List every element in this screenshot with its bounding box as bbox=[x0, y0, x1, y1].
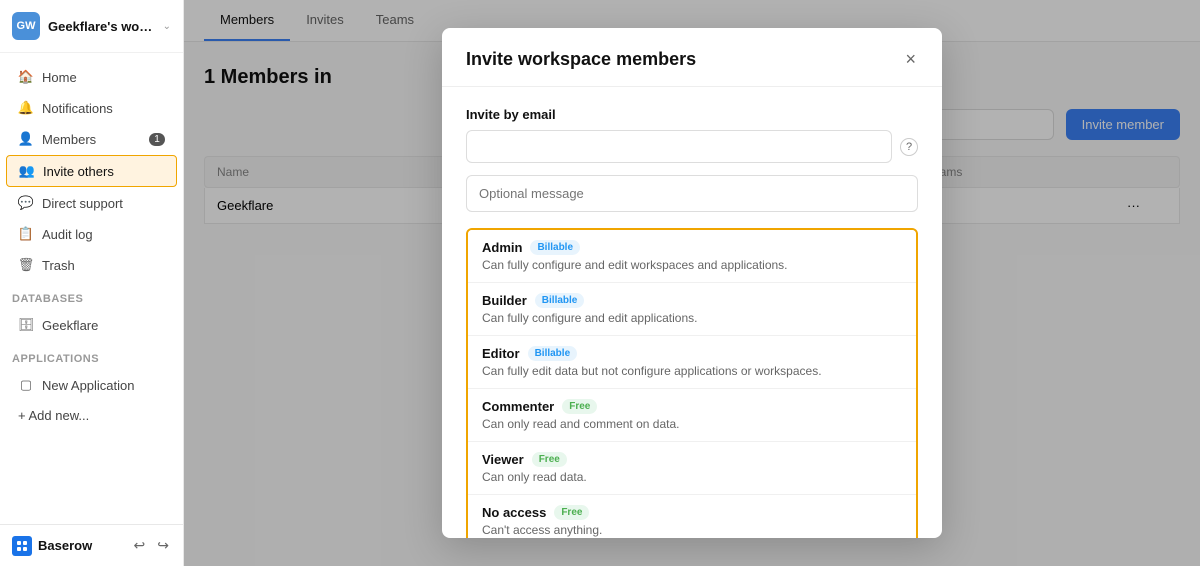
sidebar-item-label: Notifications bbox=[42, 101, 165, 116]
modal-overlay[interactable]: Invite workspace members × Invite by ema… bbox=[184, 0, 1200, 566]
applications-section-label: Applications bbox=[0, 341, 183, 369]
sidebar-item-audit-log[interactable]: 📋 Audit log bbox=[6, 219, 177, 249]
role-badge: Free bbox=[554, 505, 589, 520]
role-name: Admin bbox=[482, 240, 522, 255]
audit-log-icon: 📋 bbox=[18, 226, 34, 242]
sidebar-nav: 🏠 Home 🔔 Notifications 👤 Members 1 👥 Inv… bbox=[0, 53, 183, 524]
sidebar-item-label: Geekflare bbox=[42, 318, 165, 333]
role-badge: Billable bbox=[535, 293, 585, 308]
role-name: Builder bbox=[482, 293, 527, 308]
role-item-builder[interactable]: Builder Billable Can fully configure and… bbox=[468, 282, 916, 335]
email-row: ? bbox=[466, 130, 918, 163]
sidebar-item-home[interactable]: 🏠 Home bbox=[6, 62, 177, 92]
role-name: No access bbox=[482, 505, 546, 520]
optional-message-input[interactable] bbox=[466, 175, 918, 212]
undo-button[interactable]: ↩ bbox=[132, 535, 148, 556]
sidebar-item-direct-support[interactable]: 💬 Direct support bbox=[6, 188, 177, 218]
role-desc: Can fully configure and edit workspaces … bbox=[482, 258, 902, 272]
role-badge: Billable bbox=[528, 346, 578, 361]
footer-actions: ↩ ↪ bbox=[132, 535, 171, 556]
main-content: MembersInvitesTeams 1 Members in Invite … bbox=[184, 0, 1200, 566]
email-input[interactable] bbox=[466, 130, 892, 163]
role-badge: Free bbox=[562, 399, 597, 414]
email-label: Invite by email bbox=[466, 107, 918, 122]
role-item-commenter[interactable]: Commenter Free Can only read and comment… bbox=[468, 388, 916, 441]
role-name: Editor bbox=[482, 346, 520, 361]
role-dropdown: Admin Billable Can fully configure and e… bbox=[466, 228, 918, 537]
geekflare-db-icon: 🗄 bbox=[18, 317, 34, 333]
sidebar-item-trash[interactable]: 🗑 Trash bbox=[6, 250, 177, 280]
workspace-name: Geekflare's workspace bbox=[48, 19, 155, 34]
databases-section-label: Databases bbox=[0, 281, 183, 309]
role-badge: Billable bbox=[530, 240, 580, 255]
baserow-logo: Baserow bbox=[12, 536, 92, 556]
invite-others-icon: 👥 bbox=[19, 163, 35, 179]
baserow-name: Baserow bbox=[38, 538, 92, 553]
baserow-icon bbox=[12, 536, 32, 556]
modal-header: Invite workspace members × bbox=[442, 28, 942, 87]
help-icon[interactable]: ? bbox=[900, 138, 918, 156]
sidebar-item-geekflare-db[interactable]: 🗄 Geekflare bbox=[6, 310, 177, 340]
add-new-button[interactable]: + Add new... bbox=[6, 401, 177, 430]
role-desc: Can only read data. bbox=[482, 470, 902, 484]
home-icon: 🏠 bbox=[18, 69, 34, 85]
sidebar-item-label: Trash bbox=[42, 258, 165, 273]
new-application-icon: ▢ bbox=[18, 377, 34, 393]
workspace-header[interactable]: GW Geekflare's workspace ⌄ bbox=[0, 0, 183, 53]
direct-support-icon: 💬 bbox=[18, 195, 34, 211]
modal-close-button[interactable]: × bbox=[903, 48, 918, 70]
sidebar-item-notifications[interactable]: 🔔 Notifications bbox=[6, 93, 177, 123]
sidebar-item-label: New Application bbox=[42, 378, 165, 393]
role-desc: Can fully configure and edit application… bbox=[482, 311, 902, 325]
sidebar-item-members[interactable]: 👤 Members 1 bbox=[6, 124, 177, 154]
role-item-no-access[interactable]: No access Free Can't access anything. bbox=[468, 494, 916, 537]
invite-modal: Invite workspace members × Invite by ema… bbox=[442, 28, 942, 537]
sidebar-item-label: Invite others bbox=[43, 164, 164, 179]
role-item-admin[interactable]: Admin Billable Can fully configure and e… bbox=[468, 230, 916, 282]
members-icon: 👤 bbox=[18, 131, 34, 147]
trash-icon: 🗑 bbox=[18, 257, 34, 273]
sidebar-footer: Baserow ↩ ↪ bbox=[0, 524, 183, 566]
sidebar-item-label: Members bbox=[42, 132, 141, 147]
sidebar-item-invite-others[interactable]: 👥 Invite others bbox=[6, 155, 177, 187]
sidebar-badge: 1 bbox=[149, 133, 165, 146]
workspace-icon: GW bbox=[12, 12, 40, 40]
sidebar-item-label: Home bbox=[42, 70, 165, 85]
role-desc: Can fully edit data but not configure ap… bbox=[482, 364, 902, 378]
notifications-icon: 🔔 bbox=[18, 100, 34, 116]
chevron-down-icon: ⌄ bbox=[163, 21, 171, 32]
sidebar: GW Geekflare's workspace ⌄ 🏠 Home 🔔 Noti… bbox=[0, 0, 184, 566]
modal-title: Invite workspace members bbox=[466, 49, 696, 70]
role-item-editor[interactable]: Editor Billable Can fully edit data but … bbox=[468, 335, 916, 388]
role-item-viewer[interactable]: Viewer Free Can only read data. bbox=[468, 441, 916, 494]
sidebar-item-new-application[interactable]: ▢ New Application bbox=[6, 370, 177, 400]
role-desc: Can't access anything. bbox=[482, 523, 902, 537]
role-name: Viewer bbox=[482, 452, 524, 467]
sidebar-item-label: Direct support bbox=[42, 196, 165, 211]
role-name: Commenter bbox=[482, 399, 554, 414]
modal-body: Invite by email ? Admin Billable Can ful… bbox=[442, 87, 942, 537]
role-desc: Can only read and comment on data. bbox=[482, 417, 902, 431]
redo-button[interactable]: ↪ bbox=[155, 535, 171, 556]
sidebar-item-label: Audit log bbox=[42, 227, 165, 242]
role-badge: Free bbox=[532, 452, 567, 467]
